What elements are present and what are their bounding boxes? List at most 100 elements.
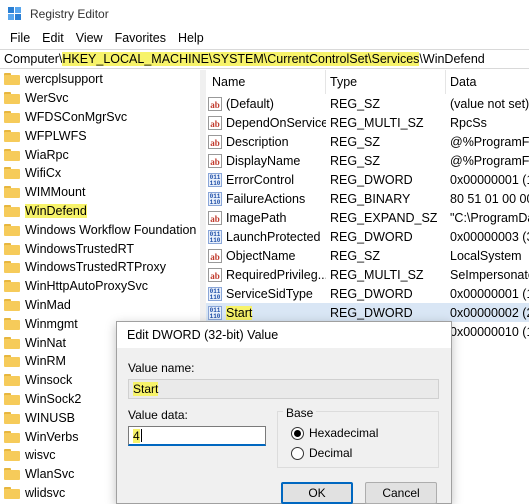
- tree-item[interactable]: WinHttpAutoProxySvc: [0, 277, 200, 296]
- folder-icon: [4, 223, 20, 236]
- string-value-icon: ab: [208, 210, 222, 225]
- tree-item[interactable]: WindowsTrustedRT: [0, 239, 200, 258]
- value-data-cell: RpcSs: [450, 115, 487, 130]
- value-row[interactable]: ab ImagePath REG_EXPAND_SZ "C:\ProgramDa: [206, 208, 529, 227]
- column-header-type[interactable]: Type: [326, 70, 446, 94]
- string-value-icon: ab: [208, 153, 222, 168]
- column-header-data[interactable]: Data: [446, 70, 529, 94]
- tree-item-label: WlanSvc: [25, 467, 75, 482]
- folder-icon: [4, 204, 20, 217]
- value-name-cell: ab ObjectName: [206, 248, 326, 263]
- tree-item[interactable]: wercplsupport: [0, 70, 200, 89]
- value-type-cell: REG_DWORD: [330, 286, 413, 301]
- value-name-cell: 011 110 ServiceSidType: [206, 286, 326, 301]
- tree-item[interactable]: WiaRpc: [0, 145, 200, 164]
- menu-bar: File Edit View Favorites Help: [0, 28, 529, 48]
- folder-icon: [4, 129, 20, 142]
- value-name-text: Start: [226, 305, 253, 320]
- decimal-option[interactable]: Decimal: [291, 446, 352, 460]
- value-row[interactable]: 011 110 FailureActions REG_BINARY 80 51 01 …: [206, 189, 529, 208]
- tree-item-label: WinVerbs: [25, 429, 79, 444]
- cancel-button[interactable]: Cancel: [365, 482, 437, 504]
- value-name-cell: ab DisplayName: [206, 153, 326, 168]
- folder-icon: [4, 167, 20, 180]
- value-data-cell: @%ProgramFil: [450, 134, 529, 149]
- tree-item-label: WerSvc: [25, 91, 69, 106]
- folder-icon: [4, 73, 20, 86]
- binary-value-icon: 011 110: [208, 305, 222, 320]
- value-data-text: 4: [133, 428, 140, 443]
- hexadecimal-label: Hexadecimal: [309, 426, 379, 440]
- value-row[interactable]: 011 110 Start REG_DWORD 0x00000002 (2): [206, 303, 529, 322]
- value-data-cell: 0x00000010 (16: [450, 324, 529, 339]
- value-name-text: LaunchProtected: [226, 229, 321, 244]
- decimal-radio[interactable]: [291, 446, 304, 460]
- column-header-name[interactable]: Name: [206, 70, 326, 94]
- value-name-cell: ab DependOnService: [206, 115, 326, 130]
- tree-item-label: WFDSConMgrSvc: [25, 109, 128, 124]
- value-data-input[interactable]: 4: [128, 426, 266, 446]
- value-name-label: Value name:: [128, 361, 195, 375]
- tree-item[interactable]: WerSvc: [0, 89, 200, 108]
- tree-item[interactable]: Windows Workflow Foundation: [0, 220, 200, 239]
- value-row[interactable]: ab ObjectName REG_SZ LocalSystem: [206, 246, 529, 265]
- value-name-text: DisplayName: [226, 153, 301, 168]
- value-data-cell: (value not set): [450, 96, 529, 111]
- value-type-cell: REG_BINARY: [330, 191, 411, 206]
- value-data-cell: 0x00000002 (2): [450, 305, 529, 320]
- string-value-icon: ab: [208, 267, 222, 282]
- tree-item[interactable]: WindowsTrustedRTProxy: [0, 258, 200, 277]
- value-data-cell: 80 51 01 00 00 0: [450, 191, 529, 206]
- folder-icon: [4, 317, 20, 330]
- value-data-cell: LocalSystem: [450, 248, 522, 263]
- folder-icon: [4, 186, 20, 199]
- value-row[interactable]: ab Description REG_SZ @%ProgramFil: [206, 132, 529, 151]
- folder-icon: [4, 374, 20, 387]
- folder-icon: [4, 110, 20, 123]
- value-row[interactable]: 011 110 ServiceSidType REG_DWORD 0x00000001…: [206, 284, 529, 303]
- value-row[interactable]: ab DisplayName REG_SZ @%ProgramFil: [206, 151, 529, 170]
- menu-file[interactable]: File: [4, 31, 36, 45]
- tree-item[interactable]: WFPLWFS: [0, 126, 200, 145]
- value-data-label: Value data:: [128, 408, 188, 422]
- base-label: Base: [283, 406, 317, 420]
- menu-edit[interactable]: Edit: [36, 31, 70, 45]
- tree-item[interactable]: WIMMount: [0, 183, 200, 202]
- hexadecimal-option[interactable]: Hexadecimal: [291, 426, 378, 440]
- dialog-title: Edit DWORD (32-bit) Value: [117, 322, 451, 348]
- menu-favorites[interactable]: Favorites: [109, 31, 172, 45]
- tree-item-label: WINUSB: [25, 410, 75, 425]
- tree-item-label: WindowsTrustedRTProxy: [25, 260, 167, 275]
- folder-icon: [4, 449, 20, 462]
- folder-icon: [4, 298, 20, 311]
- tree-item-label: wercplsupport: [25, 72, 103, 87]
- folder-icon: [4, 148, 20, 161]
- tree-item[interactable]: WifiCx: [0, 164, 200, 183]
- value-row[interactable]: 011 110 LaunchProtected REG_DWORD 0x0000000…: [206, 227, 529, 246]
- tree-item-label: WinHttpAutoProxySvc: [25, 279, 148, 294]
- tree-item[interactable]: WinMad: [0, 296, 200, 315]
- tree-item-label: WinNat: [25, 335, 66, 350]
- hexadecimal-radio[interactable]: [291, 426, 304, 440]
- tree-item-label: WinSock2: [25, 391, 82, 406]
- value-name-text: FailureActions: [226, 191, 306, 206]
- value-name-text: ServiceSidType: [226, 286, 313, 301]
- value-name-text: ObjectName: [226, 248, 296, 263]
- value-row[interactable]: ab DependOnService REG_MULTI_SZ RpcSs: [206, 113, 529, 132]
- tree-item-label: WifiCx: [25, 166, 62, 181]
- menu-view[interactable]: View: [70, 31, 109, 45]
- value-row[interactable]: ab RequiredPrivileg... REG_MULTI_SZ SeImper…: [206, 265, 529, 284]
- value-type-cell: REG_SZ: [330, 134, 381, 149]
- tree-item[interactable]: WFDSConMgrSvc: [0, 108, 200, 127]
- tree-item[interactable]: WinDefend: [0, 202, 200, 221]
- ok-button[interactable]: OK: [281, 482, 353, 504]
- value-row[interactable]: 011 110 ErrorControl REG_DWORD 0x00000001 (…: [206, 170, 529, 189]
- folder-icon: [4, 392, 20, 405]
- value-data-cell: 0x00000003 (3): [450, 229, 529, 244]
- value-name-cell: 011 110 LaunchProtected: [206, 229, 326, 244]
- menu-help[interactable]: Help: [172, 31, 210, 45]
- value-name-cell: 011 110 FailureActions: [206, 191, 326, 206]
- value-row[interactable]: ab (Default) REG_SZ (value not set): [206, 94, 529, 113]
- text-cursor: [140, 429, 142, 442]
- address-bar[interactable]: Computer\ HKEY_LOCAL_MACHINE\SYSTEM\Curre…: [0, 49, 529, 69]
